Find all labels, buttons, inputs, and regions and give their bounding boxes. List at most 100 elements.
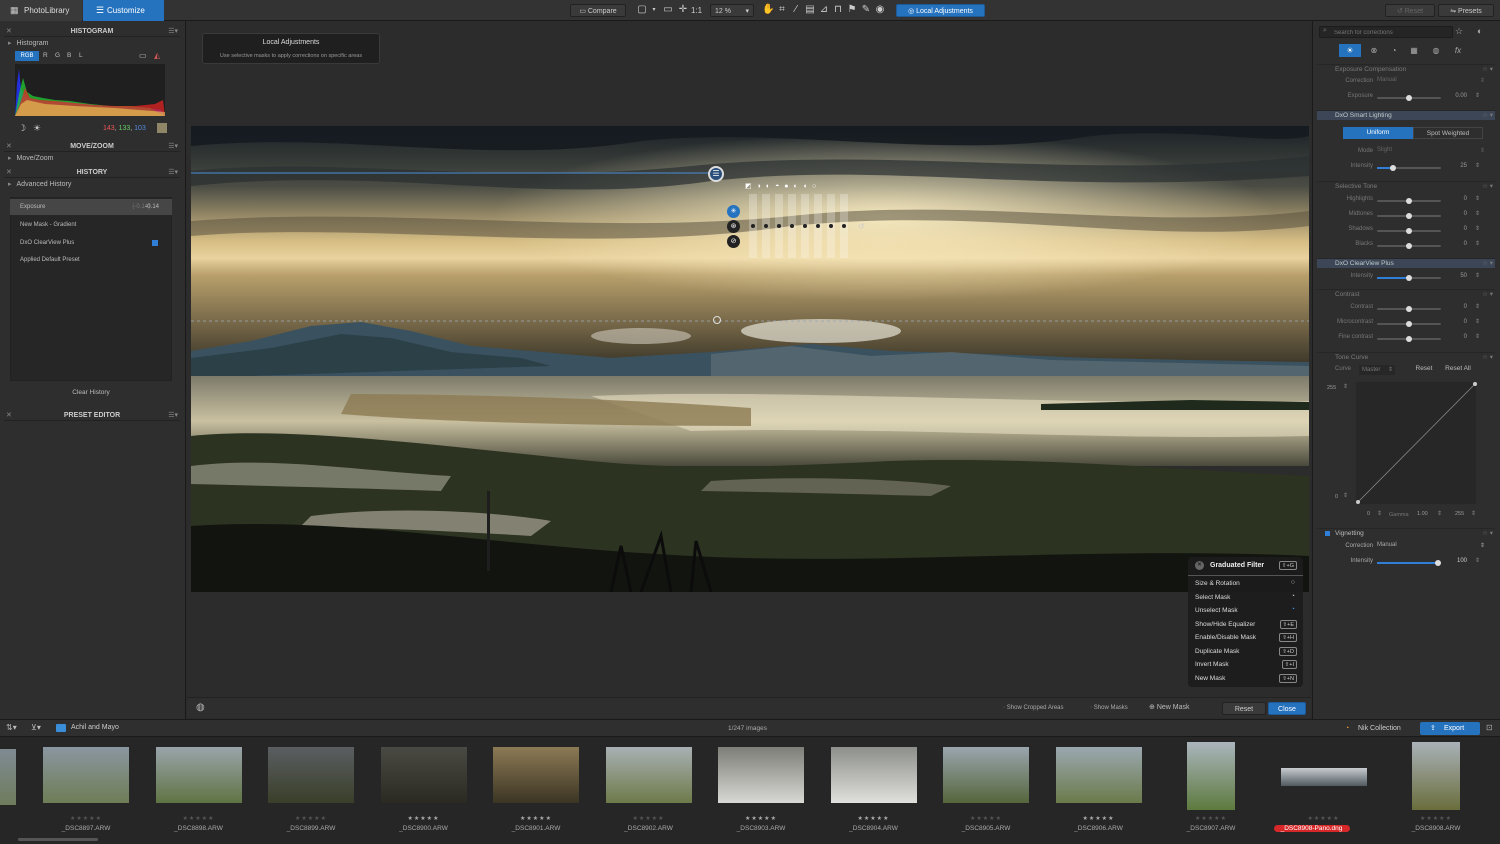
menu-item-size-rotation[interactable]: Size & Rotation (1195, 580, 1240, 587)
stepper-icon[interactable]: ⇕ (1475, 240, 1480, 247)
intensity-value[interactable]: 100 (1445, 558, 1467, 564)
zoom-select[interactable]: 12 % ▾ (710, 4, 754, 17)
fine-contrast-value[interactable]: 0 (1445, 334, 1467, 340)
gamut-warning-icon[interactable]: ◭ (154, 51, 160, 60)
compare-button[interactable]: ▭ Compare (570, 4, 626, 17)
star-icon[interactable]: ☆ ▾ (1482, 111, 1493, 121)
detail-palette-icon[interactable]: ◔ (1385, 44, 1403, 57)
thumbnail-partial[interactable] (0, 749, 16, 805)
vignetting-header[interactable]: Vignetting ☆ ▾ (1317, 528, 1495, 538)
history-item[interactable]: DxO ClearView Plus (10, 235, 172, 251)
thumbnail[interactable]: ★★★★★ _DSC8899.ARW (255, 739, 367, 837)
thumbnail[interactable]: ★★★★★ _DSC8908-Pano.dng (1268, 739, 1380, 837)
star-icon[interactable]: ☆ ▾ (1482, 529, 1493, 539)
star-icon[interactable]: ☆ ▾ (1482, 353, 1493, 363)
movezoom-header[interactable]: ✕ MOVE/ZOOM ☰▾ (4, 141, 180, 152)
vignetting-correction-select[interactable]: Manual ⇕ (1377, 542, 1485, 549)
smart-lighting-intensity-slider[interactable] (1377, 165, 1441, 171)
rating-stars[interactable]: ★★★★★ (930, 815, 1042, 822)
slider-knob[interactable] (1406, 95, 1412, 101)
close-icon[interactable]: ✕ (1195, 561, 1204, 570)
star-icon[interactable]: ☆ ▾ (1482, 290, 1493, 300)
smart-lighting-header[interactable]: DxO Smart Lighting ☆ ▾ (1317, 110, 1495, 120)
mask-center-handle[interactable] (713, 316, 721, 324)
thumbnail-image[interactable] (380, 747, 467, 803)
intensity-value[interactable]: 50 (1445, 273, 1467, 279)
stepper-icon[interactable]: ⇕ (1475, 272, 1480, 279)
lock-icon[interactable]: ⊡ (1486, 723, 1493, 732)
uniform-button[interactable]: Uniform (1343, 127, 1413, 139)
channel-l[interactable]: L (79, 51, 83, 61)
channel-rgb[interactable]: RGB (15, 51, 39, 61)
curve-point[interactable] (1473, 382, 1477, 386)
show-cropped-toggle[interactable]: ▫ Show Cropped Areas (1003, 705, 1064, 711)
stepper-icon[interactable]: ⇕ (1343, 492, 1348, 499)
filter-icon[interactable]: ⊻▾ (31, 723, 41, 732)
power-icon[interactable]: ⊘ (727, 235, 740, 248)
spot-weighted-button[interactable]: Spot Weighted (1413, 127, 1483, 139)
histogram-header[interactable]: ✕ HISTOGRAM ☰▾ (4, 26, 180, 37)
reset-button[interactable]: ↺ Reset (1385, 4, 1435, 17)
export-button[interactable]: ⇪ Export (1420, 722, 1480, 735)
new-mask-button[interactable]: ⊕ New Mask (1149, 703, 1190, 711)
close-icon[interactable]: ✕ (6, 167, 12, 178)
folder-name[interactable]: Achil and Mayo (71, 724, 119, 731)
lock-icon[interactable]: ⊛ (727, 220, 740, 233)
hand-icon[interactable]: ✋ (762, 4, 774, 16)
curve-point[interactable] (1356, 500, 1360, 504)
blacks-value[interactable]: 0 (1445, 241, 1467, 247)
rating-stars[interactable]: ★★★★★ (818, 815, 930, 822)
stepper-icon[interactable]: ⇕ (1475, 162, 1480, 169)
slider-knob[interactable] (1406, 243, 1412, 249)
thumbnail[interactable]: ★★★★★ _DSC8904.ARW (818, 739, 930, 837)
sun-icon[interactable]: ☀ (33, 123, 41, 134)
clearview-header[interactable]: DxO ClearView Plus ☆ ▾ (1317, 258, 1495, 268)
fit-screen-icon[interactable]: ▭ (662, 4, 674, 16)
close-icon[interactable]: ✕ (6, 410, 12, 421)
search-box[interactable]: ⌕ (1319, 26, 1453, 38)
thumbnail-image[interactable] (43, 747, 129, 803)
stepper-icon[interactable]: ⇕ (1475, 195, 1480, 202)
rating-stars[interactable]: ★★★★★ (1155, 815, 1267, 822)
rating-stars[interactable]: ★★★★★ (1043, 815, 1155, 822)
crop-icon[interactable]: ⌗ (776, 4, 788, 16)
effects-palette-icon[interactable]: fx (1449, 44, 1467, 57)
star-icon[interactable]: ☆ (1455, 26, 1463, 37)
monitor-icon[interactable]: ▭ (139, 51, 147, 60)
light-palette-icon[interactable]: ☀ (1339, 44, 1361, 57)
thumbnail[interactable]: ★★★★★ _DSC8906.ARW (1043, 739, 1155, 837)
local-palette-icon[interactable]: ◍ (1427, 44, 1445, 57)
horizon-icon[interactable]: ⊿ (818, 4, 830, 16)
mask-handle-icon[interactable]: ☰ (708, 166, 724, 182)
clear-history-button[interactable]: Clear History (10, 387, 172, 399)
thumbnail-image[interactable] (268, 747, 354, 803)
eye-icon[interactable]: ◉ (874, 4, 886, 16)
history-item[interactable]: Applied Default Preset (10, 252, 172, 268)
menu-icon[interactable]: ☰▾ (168, 141, 178, 152)
move-icon[interactable]: ✛ (677, 4, 689, 16)
rating-stars[interactable]: ★★★★★ (143, 815, 255, 822)
fine-contrast-slider[interactable] (1377, 336, 1441, 342)
midtones-value[interactable]: 0 (1445, 211, 1467, 217)
geometry-palette-icon[interactable]: ▦ (1405, 44, 1423, 57)
filmstrip-scrollbar[interactable] (18, 838, 98, 841)
thumbnail-image[interactable] (718, 747, 804, 803)
movezoom-label[interactable]: Move/Zoom (8, 154, 54, 162)
show-masks-toggle[interactable]: ▫ Show Masks (1090, 705, 1128, 711)
shadows-value[interactable]: 0 (1445, 226, 1467, 232)
tone-curve-header[interactable]: Tone Curve ☆ ▾ (1317, 352, 1495, 362)
contrast-slider[interactable] (1377, 306, 1441, 312)
tone-curve-reset-button[interactable]: Reset (1407, 363, 1441, 375)
slider-knob[interactable] (1406, 321, 1412, 327)
stepper-icon[interactable]: ⇕ (1475, 92, 1480, 99)
history-item[interactable]: New Mask - Gradient (10, 217, 172, 233)
histogram-label[interactable]: Histogram (8, 39, 49, 47)
search-input[interactable] (1334, 28, 1449, 37)
thumbnail-image[interactable] (1187, 742, 1235, 810)
sort-icon[interactable]: ⇅▾ (6, 723, 17, 732)
mode-select[interactable]: Slight ⇕ (1377, 147, 1485, 154)
thumbnail-image[interactable] (1055, 747, 1142, 803)
stepper-icon[interactable]: ⇕ (1475, 210, 1480, 217)
correction-select[interactable]: Manual ⇕ (1377, 77, 1485, 84)
intensity-value[interactable]: 25 (1445, 163, 1467, 169)
